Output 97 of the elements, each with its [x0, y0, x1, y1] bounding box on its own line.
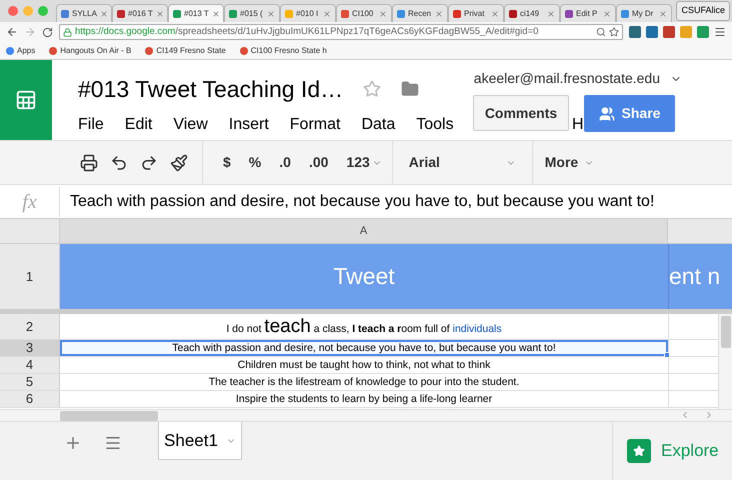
table-cell: Teach with passion and desire, not because you have to, but because you want to!: [60, 340, 668, 356]
menu-item[interactable]: Insert: [228, 112, 269, 136]
row-header[interactable]: 6: [0, 391, 60, 407]
tab-title: CI100: [352, 8, 374, 20]
close-icon[interactable]: [435, 10, 443, 18]
font-dropdown[interactable]: Arial: [392, 141, 533, 184]
close-icon[interactable]: [603, 10, 611, 18]
vertical-scrollbar[interactable]: [718, 314, 732, 409]
row-header[interactable]: 3: [0, 340, 60, 356]
row-header[interactable]: 4: [0, 357, 60, 373]
comments-button[interactable]: Comments: [473, 95, 569, 131]
share-button[interactable]: Share: [584, 95, 675, 132]
percent-button[interactable]: %: [248, 152, 262, 173]
close-icon[interactable]: [379, 10, 387, 18]
currency-button[interactable]: $: [223, 152, 231, 173]
undo-icon[interactable]: [110, 154, 128, 172]
tab-title: ci149: [520, 8, 540, 20]
browser-tab[interactable]: #016 T: [112, 4, 168, 22]
back-icon[interactable]: [6, 26, 18, 38]
menu-item[interactable]: View: [173, 112, 208, 136]
tab-title: SYLLA: [72, 8, 97, 20]
extension-icon[interactable]: [629, 26, 641, 38]
row-header[interactable]: 5: [0, 374, 60, 390]
increase-decimal-button[interactable]: .00: [308, 152, 328, 173]
more-button[interactable]: More: [532, 152, 594, 173]
browser-tab[interactable]: SYLLA: [56, 4, 112, 22]
add-sheet-icon[interactable]: [64, 434, 82, 452]
reload-icon[interactable]: [42, 26, 53, 38]
bookmark[interactable]: CI100 Fresno State h: [240, 44, 327, 56]
tab-title: Privat: [464, 8, 486, 20]
sheet-tab[interactable]: Sheet1: [158, 422, 242, 460]
menu-icon[interactable]: [714, 26, 726, 38]
bookmark[interactable]: Hangouts On Air - B: [49, 44, 132, 56]
folder-icon[interactable]: [401, 80, 420, 98]
tab-title: Edit P: [576, 8, 598, 20]
tab-title: #016 T: [128, 8, 153, 20]
browser-tab[interactable]: Recen: [392, 4, 448, 22]
menu-item[interactable]: Edit: [124, 112, 152, 136]
menu-item[interactable]: Tools: [416, 112, 454, 136]
tab-title: #013 T: [184, 8, 209, 20]
browser-tab[interactable]: CI100: [336, 4, 392, 22]
tab-title: Recen: [408, 8, 432, 20]
url-text: https://docs.google.com/spreadsheets/d/1uHvJjgbuImUK61LPNpz17qT6geACs6yKGFdagBW55_A/edit#gid=0: [75, 25, 538, 39]
tab-title: #010 I: [296, 8, 320, 20]
close-icon[interactable]: [156, 10, 164, 18]
browser-tab[interactable]: #013 T: [168, 4, 224, 22]
close-icon[interactable]: [547, 10, 555, 18]
bookmark[interactable]: Apps: [6, 44, 36, 56]
extension-icon[interactable]: [697, 26, 709, 38]
address-field[interactable]: https://docs.google.com/spreadsheets/d/1uHvJjgbuImUK61LPNpz17qT6geACs6yKGFdagBW55_A/edit#gid=0: [59, 24, 623, 40]
menu-item[interactable]: Format: [290, 112, 340, 136]
star-icon[interactable]: [609, 27, 619, 37]
table-cell: Tweet: [60, 244, 668, 309]
close-icon[interactable]: [659, 10, 667, 18]
number-format-button[interactable]: 123: [346, 152, 382, 173]
extension-icon[interactable]: [646, 26, 658, 38]
browser-tab[interactable]: My Dr: [616, 4, 672, 22]
paint-format-icon[interactable]: [170, 154, 188, 172]
menu-item[interactable]: File: [78, 112, 104, 136]
close-window-icon[interactable]: [8, 6, 18, 16]
sheets-logo[interactable]: [0, 60, 52, 140]
document-title[interactable]: #013 Tweet Teaching Id…: [78, 72, 344, 106]
lock-icon: [63, 28, 72, 36]
menu-item[interactable]: Data: [361, 112, 396, 136]
decrease-decimal-button[interactable]: .0: [279, 152, 291, 173]
table-cell: ent n: [668, 244, 732, 309]
tab-title: #015 (: [240, 8, 264, 20]
browser-tab[interactable]: #010 I: [280, 4, 336, 22]
print-icon[interactable]: [80, 154, 98, 172]
browser-tab[interactable]: #015 (: [224, 4, 280, 22]
people-icon: [598, 106, 615, 122]
close-icon[interactable]: [100, 10, 108, 18]
search-icon[interactable]: [596, 27, 606, 37]
column-header[interactable]: A: [60, 219, 668, 243]
horizontal-scrollbar-thumb[interactable]: [60, 411, 158, 421]
sheet-list-icon[interactable]: [104, 434, 122, 452]
browser-tab[interactable]: Privat: [448, 4, 504, 22]
close-icon[interactable]: [267, 10, 275, 18]
explore-icon: [627, 439, 651, 463]
bookmark[interactable]: CI149 Fresno State: [145, 44, 226, 56]
close-icon[interactable]: [491, 10, 499, 18]
browser-tab[interactable]: ci149: [504, 4, 560, 22]
star-icon[interactable]: [363, 80, 382, 98]
close-icon[interactable]: [323, 10, 331, 18]
row-header[interactable]: 1: [0, 244, 60, 309]
redo-icon[interactable]: [140, 154, 158, 172]
function-label: fx: [0, 186, 60, 216]
menu-item[interactable]: H: [572, 112, 584, 136]
row-header[interactable]: 2: [0, 314, 60, 339]
profile-button[interactable]: CSUFAlice: [676, 1, 730, 21]
link[interactable]: individuals: [452, 323, 502, 335]
browser-tab[interactable]: Edit P: [560, 4, 616, 22]
extension-icon[interactable]: [663, 26, 675, 38]
close-icon[interactable]: [212, 10, 220, 18]
formula-input[interactable]: Teach with passion and desire, not because you have to, but because you want to!: [60, 190, 654, 214]
account-email[interactable]: akeeler@mail.fresnostate.edu: [474, 68, 660, 89]
tab-title: My Dr: [632, 8, 654, 20]
